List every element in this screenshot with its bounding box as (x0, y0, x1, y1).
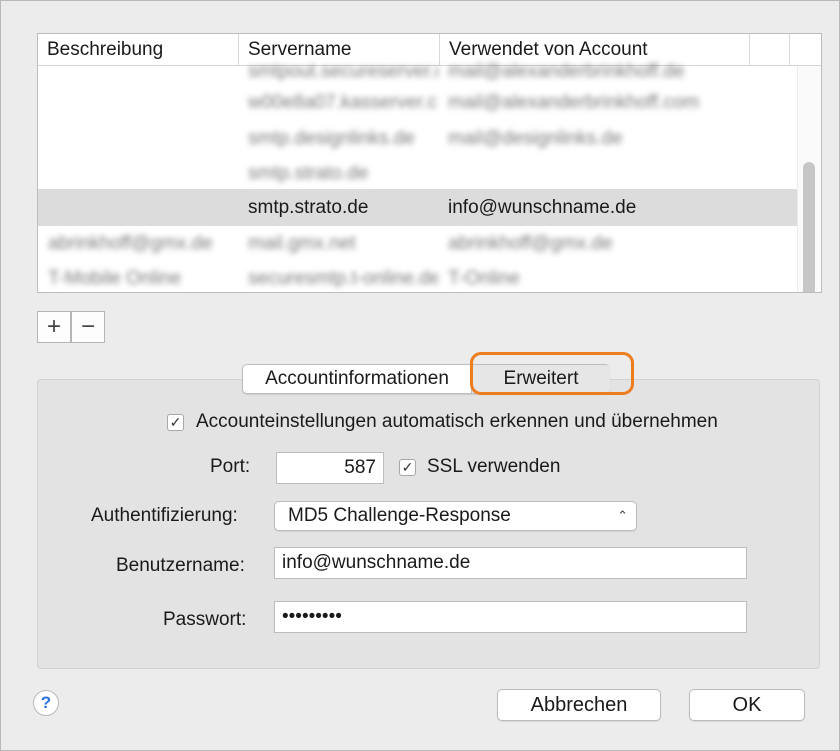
add-server-button[interactable]: + (37, 311, 71, 343)
row-server: smtp.designlinks.de (248, 128, 415, 149)
table-row[interactable]: w00e8a07.kasserver.com mail@alexanderbri… (38, 84, 821, 121)
table-scrollbar[interactable] (797, 66, 821, 292)
auto-detect-checkbox[interactable]: ✓ (167, 414, 184, 431)
row-description: abrinkhoff@gmx.de (48, 233, 213, 254)
server-table: Beschreibung Servername Verwendet von Ac… (37, 33, 822, 293)
row-account: abrinkhoff@gmx.de (448, 233, 613, 254)
row-account: T-Online (448, 268, 520, 289)
ssl-label: SSL verwenden (427, 456, 561, 477)
row-description (48, 189, 238, 226)
auto-detect-label: Accounteinstellungen automatisch erkenne… (196, 411, 718, 432)
row-server: w00e8a07.kasserver.com (248, 92, 438, 113)
cancel-button[interactable]: Abbrechen (497, 689, 661, 721)
table-row[interactable]: T-Mobile Online securesmtp.t-online.de T… (38, 260, 821, 292)
tab-advanced[interactable]: Erweitert (471, 365, 610, 393)
row-server: securesmtp.t-online.de (248, 268, 438, 289)
row-server: mail.gmx.net (248, 233, 356, 254)
table-row[interactable]: smtp.designlinks.de mail@designlinks.de (38, 120, 821, 157)
row-account: mail@designlinks.de (448, 128, 623, 149)
password-field[interactable]: ••••••••• (274, 601, 747, 633)
auth-label: Authentifizierung: (91, 505, 238, 526)
table-row-selected[interactable]: smtp.strato.de info@wunschname.de (38, 189, 821, 226)
auth-select-value: MD5 Challenge-Response (288, 505, 511, 526)
remove-server-button[interactable]: − (71, 311, 105, 343)
table-row[interactable]: abrinkhoff@gmx.de mail.gmx.net abrinkhof… (38, 225, 821, 262)
row-account: mail@alexanderbrinkhoff.com (448, 92, 700, 113)
row-account (448, 155, 778, 192)
tab-account-info[interactable]: Accountinformationen (243, 365, 471, 393)
password-label: Passwort: (163, 609, 247, 630)
row-description (48, 120, 238, 157)
auth-select[interactable]: MD5 Challenge-Response ⌃ (274, 501, 637, 531)
row-server: smtp.strato.de (248, 163, 369, 184)
username-label: Benutzername: (116, 555, 245, 576)
table-row[interactable]: smtp.strato.de (38, 155, 821, 192)
scrollbar-thumb[interactable] (803, 162, 815, 292)
port-label: Port: (210, 456, 251, 477)
row-description (48, 84, 238, 121)
help-icon[interactable]: ? (33, 690, 59, 716)
ok-button[interactable]: OK (689, 689, 805, 721)
ssl-checkbox[interactable]: ✓ (399, 459, 416, 476)
row-server: smtp.strato.de (248, 197, 369, 218)
updown-chevron-icon: ⌃ (617, 508, 628, 523)
row-description (48, 155, 238, 192)
tab-bar: Accountinformationen Erweitert (242, 364, 610, 394)
row-description: T-Mobile Online (48, 268, 182, 289)
username-field[interactable]: info@wunschname.de (274, 547, 747, 579)
port-field[interactable]: 587 (276, 452, 384, 484)
row-account: info@wunschname.de (448, 197, 637, 218)
